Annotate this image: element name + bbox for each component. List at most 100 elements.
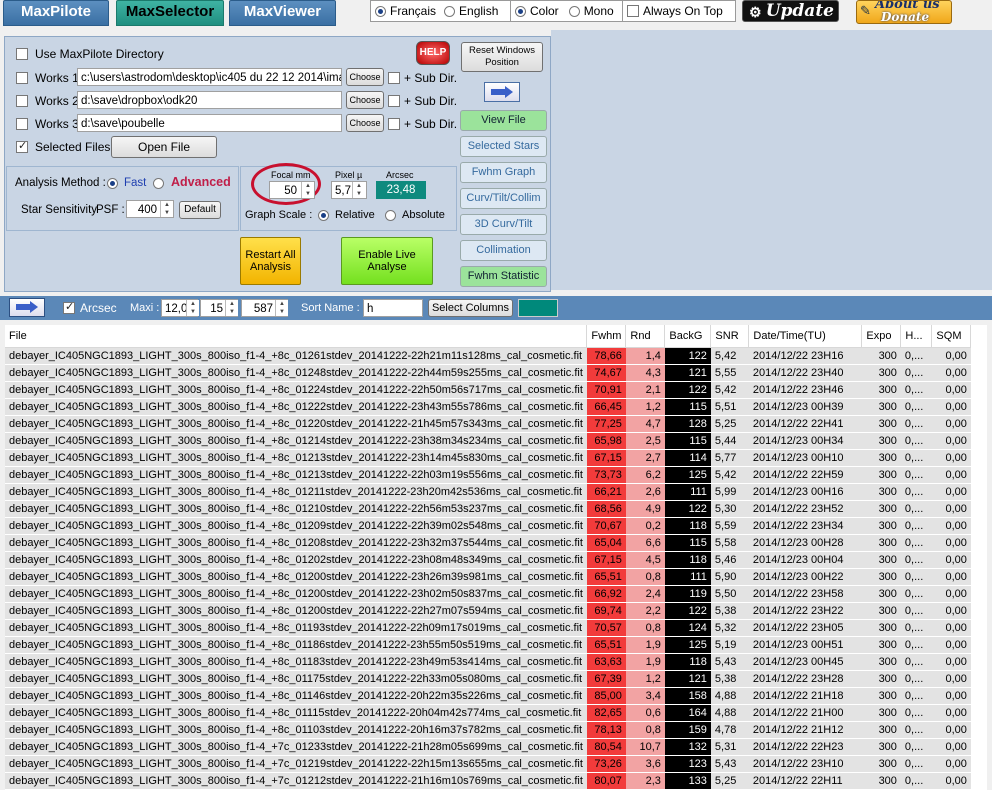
cell-datetime: 2014/12/22 23H05: [748, 619, 862, 637]
table-row[interactable]: debayer_IC405NGC1893_LIGHT_300s_800iso_f…: [5, 347, 971, 365]
table-row[interactable]: debayer_IC405NGC1893_LIGHT_300s_800iso_f…: [5, 670, 971, 688]
enable-live-button[interactable]: Enable Live Analyse: [341, 237, 433, 285]
table-row[interactable]: debayer_IC405NGC1893_LIGHT_300s_800iso_f…: [5, 653, 971, 671]
table-row[interactable]: debayer_IC405NGC1893_LIGHT_300s_800iso_f…: [5, 381, 971, 399]
works2-path-input[interactable]: d:\save\dropbox\odk20: [77, 91, 342, 109]
collimation-button[interactable]: Collimation: [460, 240, 547, 261]
pixel-spinner[interactable]: ▲ ▼: [352, 182, 365, 198]
cell-snr: 5,42: [710, 466, 749, 484]
col-expo[interactable]: Expo: [861, 325, 902, 348]
filter-spinner-3[interactable]: ▲ ▼: [275, 300, 288, 316]
focal-spinner[interactable]: ▲ ▼: [301, 182, 314, 198]
col-rnd[interactable]: Rnd: [625, 325, 666, 348]
radio-color[interactable]: [515, 5, 526, 17]
col-backg[interactable]: BackG: [664, 325, 712, 348]
cell-file: debayer_IC405NGC1893_LIGHT_300s_800iso_f…: [5, 772, 587, 790]
accent-color-swatch[interactable]: [518, 299, 558, 317]
col-fwhm[interactable]: Fwhm: [586, 325, 627, 348]
arcsec-filter-checkbox[interactable]: [63, 300, 75, 314]
works1-path-input[interactable]: c:\users\astrodom\desktop\ic405 du 22 12…: [77, 68, 342, 86]
radio-mono[interactable]: [568, 5, 580, 17]
use-maxpilote-checkbox[interactable]: [16, 48, 28, 60]
works3-subdir-checkbox[interactable]: [388, 118, 400, 130]
table-row[interactable]: debayer_IC405NGC1893_LIGHT_300s_800iso_f…: [5, 619, 971, 637]
cell-h: 0,...: [900, 381, 932, 399]
table-row[interactable]: debayer_IC405NGC1893_LIGHT_300s_800iso_f…: [5, 534, 971, 552]
tab-maxselector[interactable]: MaxSelector: [116, 0, 224, 26]
sort-name-input[interactable]: h: [363, 299, 423, 317]
arcsec-label: Arcsec: [386, 170, 414, 180]
tab-maxpilote[interactable]: MaxPilote: [3, 0, 109, 26]
table-row[interactable]: debayer_IC405NGC1893_LIGHT_300s_800iso_f…: [5, 483, 971, 501]
col-file[interactable]: File: [5, 325, 588, 348]
help-button[interactable]: HELP: [416, 41, 450, 65]
works3-choose-button[interactable]: Choose: [346, 114, 384, 132]
table-row[interactable]: debayer_IC405NGC1893_LIGHT_300s_800iso_f…: [5, 415, 971, 433]
psf-spinner[interactable]: ▲ ▼: [160, 201, 173, 217]
filter-spinner-2[interactable]: ▲ ▼: [225, 300, 238, 316]
table-row[interactable]: debayer_IC405NGC1893_LIGHT_300s_800iso_f…: [5, 466, 971, 484]
radio-english[interactable]: [444, 5, 456, 17]
table-row[interactable]: debayer_IC405NGC1893_LIGHT_300s_800iso_f…: [5, 500, 971, 518]
works1-checkbox[interactable]: [16, 72, 28, 84]
maxi-spinner[interactable]: ▲ ▼: [186, 300, 199, 316]
table-row[interactable]: debayer_IC405NGC1893_LIGHT_300s_800iso_f…: [5, 738, 971, 756]
table-row[interactable]: debayer_IC405NGC1893_LIGHT_300s_800iso_f…: [5, 721, 971, 739]
table-row[interactable]: debayer_IC405NGC1893_LIGHT_300s_800iso_f…: [5, 687, 971, 705]
cell-sqm: 0,00: [931, 398, 971, 416]
table-row[interactable]: debayer_IC405NGC1893_LIGHT_300s_800iso_f…: [5, 398, 971, 416]
select-columns-button[interactable]: Select Columns: [428, 299, 513, 317]
arrow-right-button[interactable]: [484, 82, 520, 102]
view-file-button[interactable]: View File: [460, 110, 547, 131]
table-row[interactable]: debayer_IC405NGC1893_LIGHT_300s_800iso_f…: [5, 636, 971, 654]
table-row[interactable]: debayer_IC405NGC1893_LIGHT_300s_800iso_f…: [5, 585, 971, 603]
table-row[interactable]: debayer_IC405NGC1893_LIGHT_300s_800iso_f…: [5, 755, 971, 773]
curv-tilt-collim-button[interactable]: Curv/Tilt/Collim: [460, 188, 547, 209]
selected-files-checkbox[interactable]: [16, 139, 28, 153]
always-on-top-group: Always On Top: [622, 0, 736, 22]
table-row[interactable]: debayer_IC405NGC1893_LIGHT_300s_800iso_f…: [5, 364, 971, 382]
radio-relative[interactable]: [318, 210, 329, 221]
works3-path-input[interactable]: d:\save\poubelle: [77, 114, 342, 132]
tab-maxviewer[interactable]: MaxViewer: [229, 0, 336, 26]
col-h[interactable]: H...: [900, 325, 933, 348]
col-snr[interactable]: SNR: [710, 325, 750, 348]
update-button[interactable]: ⚙ Update: [742, 0, 839, 22]
cell-file: debayer_IC405NGC1893_LIGHT_300s_800iso_f…: [5, 449, 587, 467]
works2-choose-button[interactable]: Choose: [346, 91, 384, 109]
fwhm-statistic-button[interactable]: Fwhm Statistic: [460, 266, 547, 287]
works1-subdir-checkbox[interactable]: [388, 72, 400, 84]
table-row[interactable]: debayer_IC405NGC1893_LIGHT_300s_800iso_f…: [5, 772, 971, 790]
restart-analysis-button[interactable]: Restart All Analysis: [240, 237, 301, 285]
table-row[interactable]: debayer_IC405NGC1893_LIGHT_300s_800iso_f…: [5, 551, 971, 569]
reset-windows-button[interactable]: Reset Windows Position: [461, 42, 543, 72]
selected-stars-button[interactable]: Selected Stars: [460, 136, 547, 157]
radio-advanced[interactable]: [153, 178, 164, 189]
default-button[interactable]: Default: [179, 201, 221, 219]
table-row[interactable]: debayer_IC405NGC1893_LIGHT_300s_800iso_f…: [5, 517, 971, 535]
filter-arrow-button[interactable]: [9, 298, 45, 317]
works2-checkbox[interactable]: [16, 95, 28, 107]
analysis-method-label: Analysis Method :: [15, 177, 106, 189]
open-file-button[interactable]: Open File: [111, 136, 217, 158]
fwhm-graph-button[interactable]: Fwhm Graph: [460, 162, 547, 183]
table-row[interactable]: debayer_IC405NGC1893_LIGHT_300s_800iso_f…: [5, 704, 971, 722]
about-donate-button[interactable]: ✎ About us Donate: [856, 0, 952, 24]
radio-fast[interactable]: [107, 178, 118, 189]
col-sqm[interactable]: SQM: [931, 325, 972, 348]
table-row[interactable]: debayer_IC405NGC1893_LIGHT_300s_800iso_f…: [5, 432, 971, 450]
radio-absolute[interactable]: [385, 210, 396, 221]
cell-expo: 300: [861, 483, 901, 501]
radio-francais[interactable]: [375, 5, 386, 17]
table-row[interactable]: debayer_IC405NGC1893_LIGHT_300s_800iso_f…: [5, 449, 971, 467]
3d-curv-tilt-button[interactable]: 3D Curv/Tilt: [460, 214, 547, 235]
table-row[interactable]: debayer_IC405NGC1893_LIGHT_300s_800iso_f…: [5, 568, 971, 586]
works1-choose-button[interactable]: Choose: [346, 68, 384, 86]
col-datetime[interactable]: Date/Time(TU): [748, 325, 863, 348]
table-row[interactable]: debayer_IC405NGC1893_LIGHT_300s_800iso_f…: [5, 602, 971, 620]
cell-rnd: 2,3: [625, 772, 665, 790]
works3-checkbox[interactable]: [16, 118, 28, 130]
always-on-top-checkbox[interactable]: [627, 5, 639, 17]
cell-datetime: 2014/12/23 00H39: [748, 398, 862, 416]
works2-subdir-checkbox[interactable]: [388, 95, 400, 107]
